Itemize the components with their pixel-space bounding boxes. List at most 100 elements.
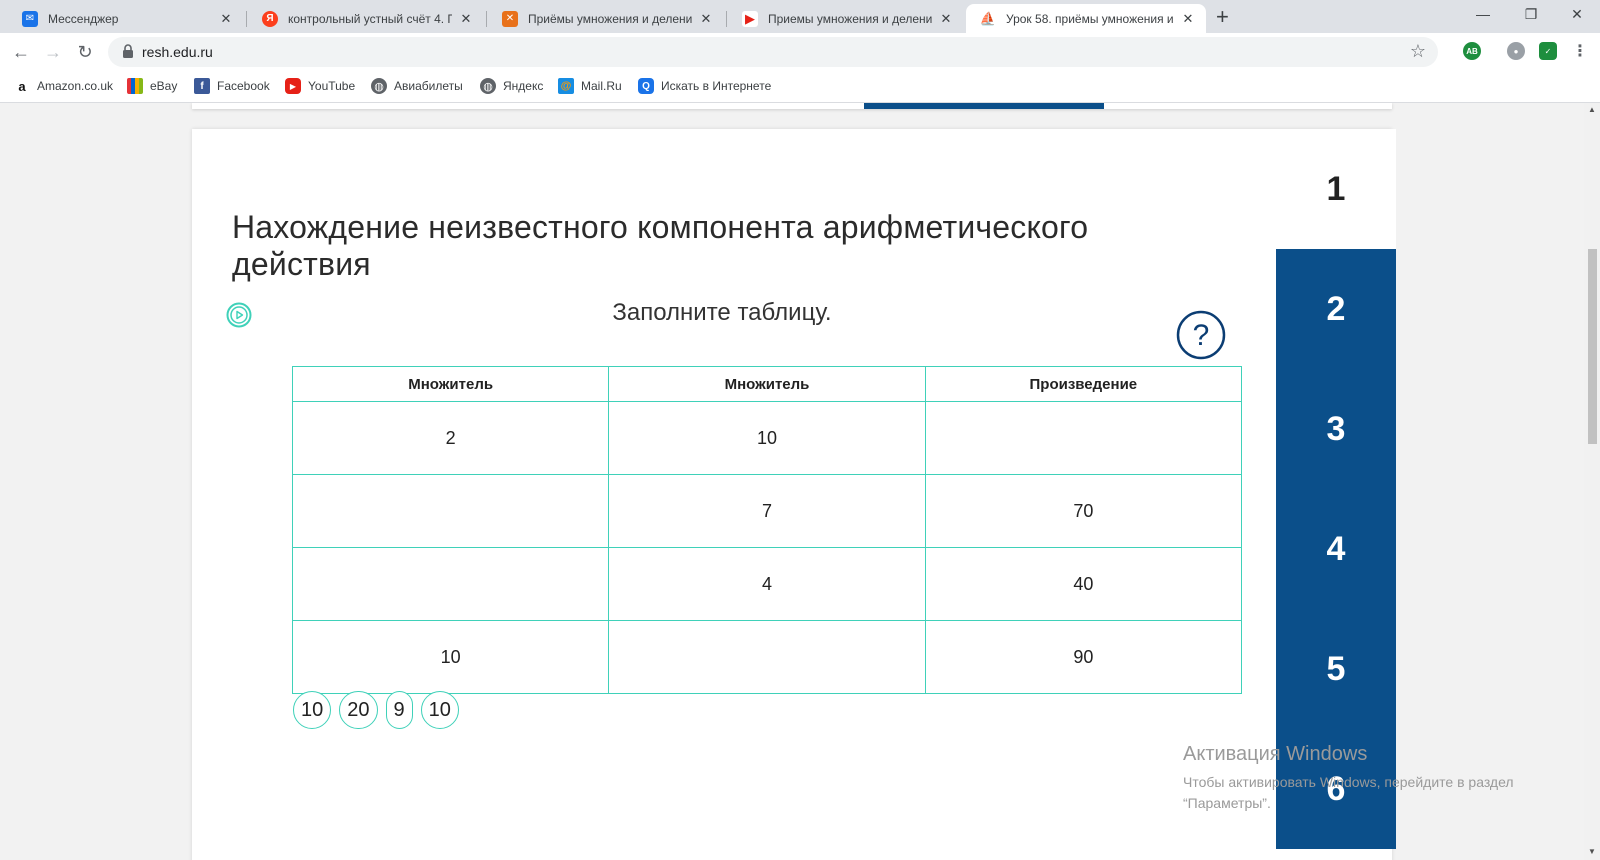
step-6[interactable]: 6 [1276,729,1396,849]
bookmark-amazon[interactable]: a Amazon.co.uk [14,78,113,94]
bookmark-mailru[interactable]: @ Mail.Ru [558,78,622,94]
answer-chip[interactable]: 20 [339,691,378,729]
close-window-icon[interactable]: ✕ [1554,6,1600,23]
adblock-extension-icon[interactable]: AB [1463,42,1481,60]
tab-close-icon[interactable]: ✕ [938,11,954,27]
step-navigation: 1 2 3 4 5 6 [1276,129,1396,849]
bookmark-label: Amazon.co.uk [37,79,114,93]
scroll-down-icon[interactable]: ▼ [1588,847,1596,856]
page-scrollbar[interactable]: ▲ ▼ [1584,103,1600,860]
tab-title: Приёмы умножения и деления [528,11,692,26]
tab-title: Урок 58. приёмы умножения и [1006,11,1174,26]
tab-video[interactable]: ▶ Приемы умножения и деления ✕ [728,4,964,33]
answer-options: 10 20 9 10 [293,691,459,729]
url-text: resh.edu.ru [142,44,213,60]
globe-icon: ◍ [480,78,496,94]
step-4[interactable]: 4 [1276,489,1396,609]
scroll-thumb[interactable] [1588,249,1597,444]
amazon-icon: a [18,78,26,94]
step-1[interactable]: 1 [1276,129,1396,249]
table-row: 4 40 [291,547,1243,621]
restore-icon[interactable]: ❐ [1508,6,1554,23]
forward-icon[interactable]: → [42,41,64,63]
table-cell: 10 [291,620,610,694]
tab-close-icon[interactable]: ✕ [698,11,714,27]
answer-chip[interactable]: 10 [293,691,332,729]
search-icon: Q [638,78,654,94]
back-icon[interactable]: ← [10,41,32,63]
exercise-card: Нахождение неизвестного компонента арифм… [192,129,1392,860]
facebook-icon: f [194,78,210,94]
bookmark-search[interactable]: Q Искать в Интернете [638,78,771,94]
bookmark-label: eBay [150,79,178,93]
answer-chip[interactable]: 9 [385,691,413,729]
tab-separator [246,11,247,27]
step-3[interactable]: 3 [1276,369,1396,489]
browser-toolbar: ← → ↻ resh.edu.ru ☆ AB ● ✓ ⋮ [0,33,1600,71]
table-cell: 7 [608,474,926,548]
table-row: 10 90 [291,620,1243,694]
column-header: Множитель [291,366,610,402]
menu-kebab-icon[interactable]: ⋮ [1571,42,1589,60]
answer-drop-cell[interactable] [924,401,1243,475]
table-cell: 10 [608,401,926,475]
bookmark-ebay[interactable]: eBay [127,78,177,94]
step-2[interactable]: 2 [1276,249,1396,369]
play-red-icon: ▶ [742,10,758,27]
audio-play-icon[interactable] [226,302,252,328]
bookmark-facebook[interactable]: f Facebook [194,78,270,94]
shield-extension-icon[interactable]: ✓ [1539,42,1557,60]
column-header: Множитель [608,366,926,402]
previous-card-edge [192,103,1392,109]
resh-icon: ⛵ [979,10,997,26]
scroll-up-icon[interactable]: ▲ [1588,105,1596,114]
tab-title: Приемы умножения и деления [768,11,932,26]
table-row: 2 10 [291,401,1243,475]
help-question-icon[interactable]: ? [1176,310,1226,360]
table-cell: 90 [924,620,1243,694]
bookmark-label: Facebook [217,79,270,93]
answer-drop-cell[interactable] [291,474,610,548]
bookmark-star-icon[interactable]: ☆ [1410,41,1426,62]
table-cell: 2 [291,401,610,475]
address-bar[interactable]: resh.edu.ru ☆ [108,37,1438,67]
page-viewport: Нахождение неизвестного компонента арифм… [0,103,1584,860]
answer-chip[interactable]: 10 [420,691,459,729]
profile-avatar-icon[interactable]: ● [1507,42,1525,60]
answer-drop-cell[interactable] [608,620,926,694]
bookmark-label: YouTube [308,79,356,93]
bookmarks-bar: a Amazon.co.uk eBay f Facebook ▶ YouTube… [0,71,1600,103]
step-5[interactable]: 5 [1276,609,1396,729]
bookmark-yandex[interactable]: ◍ Яндекс [480,78,543,94]
globe-icon: ◍ [371,78,387,94]
tab-title: контрольный устный счёт 4. Пр [288,11,452,26]
tab-separator [486,11,487,27]
tab-yandex-search[interactable]: Я контрольный устный счёт 4. Пр ✕ [248,4,484,33]
ebay-icon [127,78,143,94]
tab-resh-lesson[interactable]: ⛵ Урок 58. приёмы умножения и ✕ [966,4,1206,33]
new-tab-button[interactable]: + [1216,5,1229,29]
tab-close-icon[interactable]: ✕ [458,11,474,27]
tab-close-icon[interactable]: ✕ [218,11,234,27]
tab-messenger[interactable]: ✉ Мессенджер ✕ [8,4,244,33]
table-header-row: Множитель Множитель Произведение [291,366,1243,402]
bookmark-youtube[interactable]: ▶ YouTube [285,78,355,94]
page-title: Нахождение неизвестного компонента арифм… [232,209,1089,282]
table-cell: 70 [924,474,1243,548]
bookmark-aviabilety[interactable]: ◍ Авиабилеты [371,78,463,94]
fill-in-table: Множитель Множитель Произведение 2 10 7 … [291,366,1243,694]
answer-drop-cell[interactable] [291,547,610,621]
tab-strip: ✉ Мессенджер ✕ Я контрольный устный счёт… [0,0,1600,33]
column-header: Произведение [924,366,1243,402]
tab-slides[interactable]: ✕ Приёмы умножения и деления ✕ [488,4,724,33]
tab-close-icon[interactable]: ✕ [1180,11,1196,27]
slides-icon: ✕ [502,10,518,27]
active-section-indicator [864,103,1104,109]
table-cell: 40 [924,547,1243,621]
mailru-icon: @ [558,78,574,94]
minimize-icon[interactable]: — [1460,6,1506,22]
table-row: 7 70 [291,474,1243,548]
reload-icon[interactable]: ↻ [74,41,96,63]
messenger-icon: ✉ [22,10,38,27]
table-cell: 4 [608,547,926,621]
